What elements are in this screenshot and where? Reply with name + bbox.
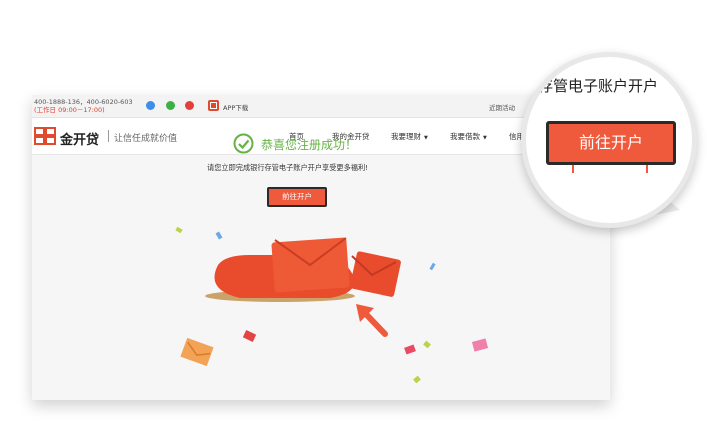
app-download-link[interactable]: APP下载 (223, 102, 248, 112)
check-circle-icon (233, 133, 254, 154)
open-account-button[interactable]: 前往开户 (267, 187, 327, 207)
magnified-detail (646, 165, 648, 173)
wechat-icon[interactable] (166, 101, 175, 110)
logo-divider (108, 130, 109, 142)
nav-borrow-label: 我要借款 (450, 132, 480, 141)
top-bar: 400-1888-136，400-6020-603 (工作日 09:00－17:… (32, 95, 610, 118)
magnifier-callout: 存管电子账户开户 前往开户 (521, 52, 697, 228)
logo-text[interactable]: 金开贷 (60, 129, 99, 148)
caret-down-icon: ▼ (424, 135, 428, 141)
working-hours: (工作日 09:00－17:00) (34, 106, 105, 114)
red-envelopes-illustration (205, 237, 401, 302)
hours-label: 工作日 (36, 106, 57, 114)
nav-borrow[interactable]: 我要借款 ▼ (450, 131, 487, 142)
envelope-icon (180, 337, 214, 367)
slogan: 让信任成就价值 (114, 134, 178, 144)
caret-down-icon: ▼ (483, 135, 487, 141)
app-icon[interactable] (208, 100, 219, 111)
weibo-icon[interactable] (185, 101, 194, 110)
phone-numbers: 400-1888-136，400-6020-603 (34, 98, 133, 106)
arrow-icon (356, 304, 388, 337)
nav-invest[interactable]: 我要理财 ▼ (391, 131, 428, 142)
magnified-open-account-button[interactable]: 前往开户 (546, 121, 676, 165)
hotline: 400-1888-136，400-6020-603 (工作日 09:00－17:… (34, 98, 133, 114)
success-message: 恭喜您注册成功！ (261, 138, 358, 152)
magnified-text: 存管电子账户开户 (538, 77, 659, 95)
hours-value: 09:00－17:00 (58, 106, 103, 114)
success-banner: 恭喜您注册成功！ (233, 133, 383, 157)
instruction-text: 请您立即完成银行存管电子账户开户享受更多福利! (207, 163, 369, 172)
logo-icon[interactable] (34, 127, 56, 145)
magnified-detail (572, 165, 574, 173)
recent-activities-link[interactable]: 近期活动 (489, 102, 515, 112)
qq-icon[interactable] (146, 101, 155, 110)
nav-invest-label: 我要理财 (391, 132, 421, 141)
